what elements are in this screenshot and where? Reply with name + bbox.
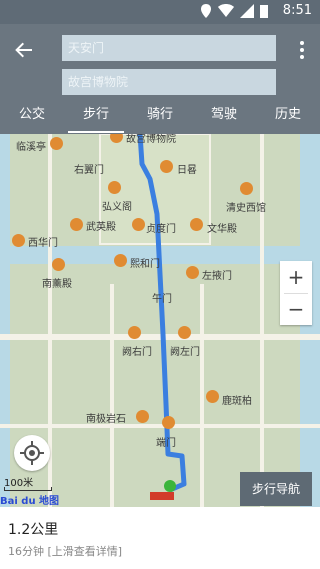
baidu-logo: Bai du 地图 [0, 496, 60, 507]
map-label[interactable]: 右翼门 [74, 161, 104, 176]
map-view[interactable]: 故宫博物院 临溪亭 右翼门 日晷 弘义阁 清史西馆 武英殿 贞度门 文华殿 西华… [0, 134, 320, 507]
tab-walk[interactable]: 步行 [64, 100, 128, 134]
location-icon [201, 4, 211, 18]
map-label[interactable]: 文华殿 [207, 220, 237, 235]
zoom-divider [284, 293, 308, 294]
map-label[interactable]: 鹿斑柏 [222, 392, 252, 407]
map-label[interactable]: 阙右门 [122, 343, 152, 358]
travel-mode-tabs: 公交 步行 骑行 驾驶 历史 [0, 100, 320, 134]
tab-bike[interactable]: 骑行 [128, 100, 192, 134]
status-icons [200, 4, 268, 18]
poi-icon [70, 218, 83, 231]
map-label[interactable]: 日晷 [177, 161, 197, 176]
map-label[interactable]: 西华门 [28, 234, 58, 249]
walking-navigation-button[interactable]: 步行导航 [240, 472, 312, 506]
route-summary[interactable]: 1.2公里 16分钟 [上滑查看详情] [0, 507, 320, 569]
status-time: 8:51 [282, 3, 312, 18]
route-header: 天安门 故宫博物院 公交 步行 骑行 驾驶 历史 [0, 24, 320, 134]
tab-transit[interactable]: 公交 [0, 100, 64, 134]
poi-icon [52, 258, 65, 271]
map-label[interactable]: 午门 [152, 290, 172, 305]
back-arrow-icon[interactable] [10, 36, 38, 64]
map-label[interactable]: 端门 [156, 434, 176, 449]
zoom-in-button[interactable]: + [280, 261, 312, 293]
destination-input[interactable]: 故宫博物院 [62, 69, 276, 95]
more-options-icon[interactable] [294, 38, 310, 62]
poi-icon [178, 326, 191, 339]
crosshair-icon [20, 441, 44, 465]
poi-icon [206, 390, 219, 403]
locate-button[interactable] [14, 435, 50, 471]
poi-icon [136, 410, 149, 423]
map-label[interactable]: 阙左门 [170, 343, 200, 358]
poi-icon [12, 234, 25, 247]
poi-icon [240, 182, 253, 195]
poi-icon [50, 137, 63, 150]
map-label[interactable]: 左掖门 [202, 267, 232, 282]
route-distance: 1.2公里 [8, 522, 59, 538]
start-marker [164, 480, 176, 492]
poi-icon [160, 160, 173, 173]
zoom-out-button[interactable]: − [280, 293, 312, 325]
map-label[interactable]: 南薰殿 [42, 275, 72, 290]
poi-icon [186, 266, 199, 279]
route-duration-detail: 16分钟 [上滑查看详情] [8, 545, 123, 558]
poi-icon [128, 326, 141, 339]
wifi-icon [218, 4, 234, 17]
map-label[interactable]: 贞度门 [146, 220, 176, 235]
zoom-controls: + − [280, 261, 312, 325]
map-scale-bar [4, 487, 52, 491]
map-label[interactable]: 清史西馆 [226, 199, 266, 214]
poi-icon [190, 218, 203, 231]
signal-icon [240, 4, 254, 18]
map-label[interactable]: 故宫博物院 [126, 134, 176, 145]
tab-history[interactable]: 历史 [256, 100, 320, 134]
battery-icon [260, 5, 268, 18]
poi-icon [162, 416, 175, 429]
poi-icon [108, 181, 121, 194]
map-label[interactable]: 南极岩石 [86, 410, 126, 425]
poi-icon [114, 254, 127, 267]
map-label[interactable]: 弘义阁 [102, 198, 132, 213]
tab-drive[interactable]: 驾驶 [192, 100, 256, 134]
status-bar: 8:51 [0, 0, 320, 24]
map-label[interactable]: 武英殿 [86, 218, 116, 233]
poi-icon [132, 218, 145, 231]
start-pin [150, 492, 174, 500]
start-input[interactable]: 天安门 [62, 35, 276, 61]
map-label[interactable]: 熙和门 [130, 255, 160, 270]
map-label[interactable]: 临溪亭 [16, 138, 46, 153]
